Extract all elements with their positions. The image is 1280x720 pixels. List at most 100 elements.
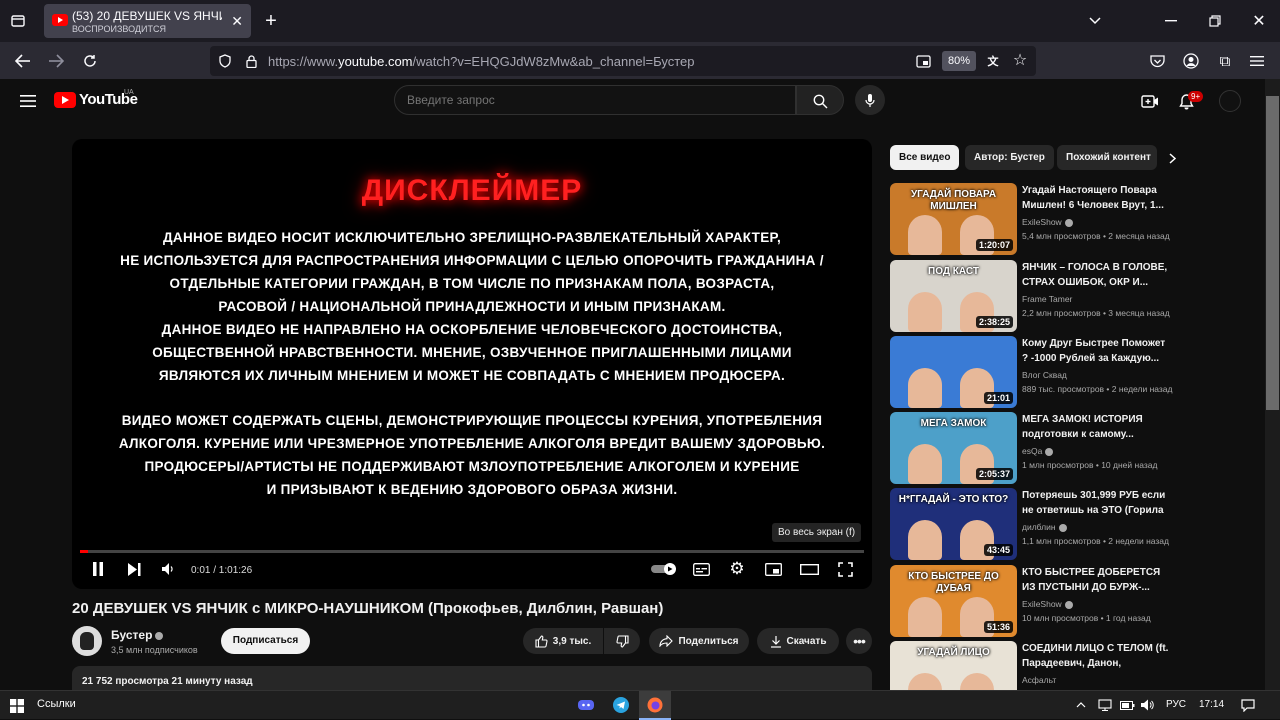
search-button[interactable] bbox=[796, 85, 844, 115]
thumbnail-person bbox=[908, 368, 942, 408]
recommendation-title[interactable]: Потеряешь 301,999 РУБ если не ответишь н… bbox=[1022, 488, 1174, 518]
zoom-level-badge[interactable]: 80% bbox=[942, 51, 976, 71]
notification-center-icon[interactable] bbox=[1239, 696, 1257, 714]
recommendation-channel[interactable]: esQa bbox=[1022, 446, 1054, 456]
discord-icon[interactable] bbox=[576, 695, 596, 715]
pause-icon[interactable] bbox=[90, 561, 106, 577]
close-window-icon[interactable]: ✕ bbox=[1248, 10, 1270, 32]
channel-name[interactable]: Бустер bbox=[111, 628, 164, 642]
recommendation-thumbnail[interactable]: КТО БЫСТРЕЕ ДО ДУБАЯ 51:36 bbox=[890, 565, 1017, 637]
recommendation-thumbnail[interactable]: 21:01 bbox=[890, 336, 1017, 408]
tab-overview-icon[interactable] bbox=[8, 11, 28, 31]
recommendation-title[interactable]: МЕГА ЗАМОК! ИСТОРИЯ подготовки к самому.… bbox=[1022, 412, 1174, 442]
recommendation-title[interactable]: СОЕДИНИ ЛИЦО С ТЕЛОМ (ft. Парадеевич, Да… bbox=[1022, 641, 1174, 671]
recommendation-channel[interactable]: ExileShow bbox=[1022, 217, 1073, 227]
user-avatar[interactable] bbox=[1219, 90, 1241, 112]
recommendation-channel[interactable]: дилблин bbox=[1022, 522, 1067, 532]
restore-icon[interactable] bbox=[1204, 10, 1226, 32]
recommendation-thumbnail[interactable]: УГАДАЙ ПОВАРА МИШЛЕН 1:20:07 bbox=[890, 183, 1017, 255]
settings-gear-icon[interactable]: ⚙ bbox=[728, 559, 746, 578]
chips-next-chevron-icon[interactable] bbox=[1164, 149, 1180, 167]
recommendation-item[interactable]: УГАДАЙ ПОВАРА МИШЛЕН 1:20:07 Угадай Настоя… bbox=[890, 183, 1180, 255]
pocket-icon[interactable] bbox=[1146, 50, 1168, 72]
app-menu-icon[interactable] bbox=[1246, 50, 1268, 72]
recommendation-title[interactable]: ЯНЧИК – ГОЛОСА В ГОЛОВЕ, СТРАХ ОШИБОК, О… bbox=[1022, 260, 1174, 290]
page-scrollbar-thumb[interactable] bbox=[1266, 96, 1279, 410]
recommendation-title[interactable]: КТО БЫСТРЕЕ ДОБЕРЕТСЯ ИЗ ПУСТЫНИ ДО БУРЖ… bbox=[1022, 565, 1174, 595]
chip-from-author[interactable]: Автор: Бустер bbox=[965, 145, 1054, 170]
channel-avatar[interactable] bbox=[72, 626, 102, 656]
verified-check-icon bbox=[155, 631, 164, 640]
extensions-icon[interactable]: ⧉ bbox=[1214, 50, 1236, 72]
lock-icon[interactable] bbox=[242, 52, 260, 70]
browser-tab-active[interactable]: (53) 20 ДЕВУШЕК VS ЯНЧИК с МИКРО-НАУШНИК… bbox=[44, 4, 251, 38]
recommendation-channel[interactable]: Влог Сквад bbox=[1022, 370, 1067, 380]
bookmark-star-icon[interactable]: ☆ bbox=[1011, 51, 1029, 69]
minimize-icon[interactable] bbox=[1160, 10, 1182, 32]
system-tray-chevron-icon[interactable] bbox=[1073, 697, 1089, 713]
account-icon[interactable] bbox=[1180, 50, 1202, 72]
firefox-taskbar-button[interactable] bbox=[639, 691, 671, 720]
recommendation-thumbnail[interactable]: МЕГА ЗАМОК 2:05:37 bbox=[890, 412, 1017, 484]
recommendation-channel[interactable]: Frame Tamer bbox=[1022, 294, 1072, 304]
recommendation-channel-text: дилблин bbox=[1022, 522, 1056, 532]
new-tab-icon[interactable]: + bbox=[260, 10, 282, 32]
video-duration: 1:20:07 bbox=[975, 239, 1013, 251]
like-button[interactable]: 3,9 тыс. bbox=[523, 628, 603, 654]
recommendation-title[interactable]: Кому Друг Быстрее Поможет ? -1000 Рублей… bbox=[1022, 336, 1174, 366]
network-icon[interactable] bbox=[1097, 697, 1113, 713]
links-toolbar-label[interactable]: Ссылки bbox=[37, 698, 76, 710]
search-input[interactable] bbox=[394, 85, 796, 115]
tracking-shield-icon[interactable] bbox=[216, 52, 234, 70]
recommendation-item[interactable]: 21:01 Кому Друг Быстрее Поможет ? -1000 Р… bbox=[890, 336, 1180, 408]
more-actions-button[interactable]: ••• bbox=[846, 628, 872, 654]
battery-icon[interactable] bbox=[1119, 697, 1135, 713]
recommendation-item[interactable]: КТО БЫСТРЕЕ ДО ДУБАЯ 51:36 КТО БЫСТРЕЕ ДОБ… bbox=[890, 565, 1180, 637]
download-button[interactable]: Скачать bbox=[757, 628, 839, 654]
reload-icon[interactable] bbox=[79, 50, 101, 72]
fullscreen-icon[interactable] bbox=[836, 561, 854, 577]
autoplay-toggle-icon[interactable] bbox=[650, 561, 678, 577]
chip-related[interactable]: Похожий контент bbox=[1057, 145, 1157, 170]
voice-search-button[interactable] bbox=[855, 85, 885, 115]
back-icon[interactable] bbox=[12, 50, 34, 72]
video-duration: 43:45 bbox=[983, 544, 1013, 556]
progress-bar[interactable] bbox=[80, 550, 864, 553]
next-video-icon[interactable] bbox=[126, 561, 142, 577]
chip-all-videos[interactable]: Все видео bbox=[890, 145, 960, 170]
share-button[interactable]: Поделиться bbox=[649, 628, 749, 654]
recommendation-thumbnail[interactable]: ПОД КАСТ 2:38:25 bbox=[890, 260, 1017, 332]
close-tab-icon[interactable]: ✕ bbox=[231, 13, 243, 30]
address-bar[interactable]: https://www.youtube.com/watch?v=EHQGJdW8… bbox=[210, 46, 1036, 76]
clock[interactable]: 17:14 bbox=[1199, 699, 1224, 710]
telegram-icon[interactable] bbox=[611, 695, 631, 715]
recommendation-channel[interactable]: Асфальт bbox=[1022, 675, 1056, 685]
subscribe-button[interactable]: Подписаться bbox=[221, 628, 310, 654]
tab-playing-status: ВОСПРОИЗВОДИТСЯ bbox=[72, 24, 166, 34]
list-tabs-icon[interactable] bbox=[1084, 10, 1106, 32]
recommendation-item[interactable]: ПОД КАСТ 2:38:25 ЯНЧИК – ГОЛОСА В ГОЛОВЕ, … bbox=[890, 260, 1180, 332]
microphone-icon bbox=[861, 91, 879, 109]
disclaimer-line: ДАННОЕ ВИДЕО НОСИТ ИСКЛЮЧИТЕЛЬНО ЗРЕЛИЩН… bbox=[162, 230, 782, 245]
subtitles-icon[interactable] bbox=[692, 561, 710, 577]
video-player[interactable]: ДИСКЛЕЙМЕР ДАННОЕ ВИДЕО НОСИТ ИСКЛЮЧИТЕЛ… bbox=[72, 139, 872, 589]
recommendation-title[interactable]: Угадай Настоящего Повара Мишлен! 6 Челов… bbox=[1022, 183, 1174, 213]
recommendation-item[interactable]: МЕГА ЗАМОК 2:05:37 МЕГА ЗАМОК! ИСТОРИЯ под… bbox=[890, 412, 1180, 484]
windows-start-icon[interactable] bbox=[8, 697, 26, 715]
picture-in-picture-icon[interactable] bbox=[914, 52, 932, 70]
create-video-icon[interactable] bbox=[1139, 90, 1161, 112]
theater-mode-icon[interactable] bbox=[799, 561, 819, 577]
hamburger-menu-icon[interactable] bbox=[17, 90, 39, 112]
dislike-button[interactable] bbox=[604, 628, 640, 654]
url-text[interactable]: https://www.youtube.com/watch?v=EHQGJdW8… bbox=[268, 54, 695, 69]
input-language[interactable]: РУС bbox=[1166, 699, 1186, 710]
recommendation-channel[interactable]: ExileShow bbox=[1022, 599, 1073, 609]
speaker-icon[interactable] bbox=[1140, 697, 1156, 713]
browser-nav-bar: https://www.youtube.com/watch?v=EHQGJdW8… bbox=[0, 42, 1280, 79]
volume-icon[interactable] bbox=[160, 561, 176, 577]
miniplayer-icon[interactable] bbox=[764, 561, 782, 577]
recommendation-thumbnail[interactable]: Н*ГГАДАЙ - ЭТО КТО? 43:45 bbox=[890, 488, 1017, 560]
translate-icon[interactable]: 文 bbox=[984, 52, 1002, 70]
forward-icon[interactable] bbox=[45, 50, 67, 72]
recommendation-item[interactable]: Н*ГГАДАЙ - ЭТО КТО? 43:45 Потеряешь 301,99… bbox=[890, 488, 1180, 560]
